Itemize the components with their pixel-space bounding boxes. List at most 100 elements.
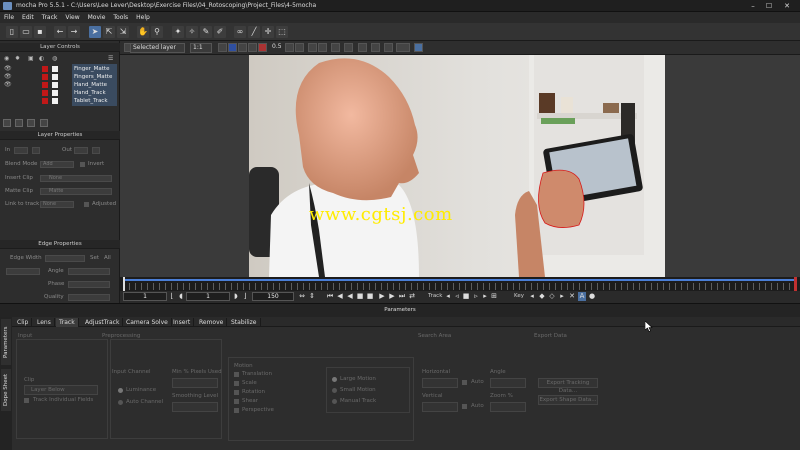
min-pixels-used-field[interactable] — [172, 378, 218, 388]
xspline-tool-icon[interactable]: ✦ — [172, 26, 184, 38]
menu-movie[interactable]: Movie — [88, 14, 106, 21]
tab-insert[interactable]: Insert — [170, 318, 195, 327]
track-frame-backward-icon[interactable]: ◃ — [453, 292, 461, 301]
rect-select-tool-icon[interactable]: ⬚ — [276, 26, 288, 38]
menu-tools[interactable]: Tools — [113, 14, 128, 21]
matte-color-swatch[interactable] — [52, 74, 58, 80]
tab-adjusttrack[interactable]: AdjustTrack — [82, 318, 124, 327]
save-project-icon[interactable]: ▪ — [34, 26, 46, 38]
layer-color-swatch[interactable] — [42, 66, 48, 72]
layer-color-swatch[interactable] — [42, 90, 48, 96]
overlay-icon[interactable] — [218, 43, 227, 52]
timeline-range-bar[interactable] — [123, 279, 797, 281]
insert-icon[interactable] — [384, 43, 393, 52]
quality-field[interactable] — [68, 294, 110, 301]
track-stop-icon[interactable]: ■ — [462, 292, 470, 301]
maximize-button[interactable]: ☐ — [762, 1, 776, 11]
layer-row[interactable]: 👁 Fingers_Matte — [0, 73, 117, 81]
show-tracks-icon[interactable] — [258, 43, 267, 52]
out-frame-field[interactable]: 150 — [252, 292, 294, 301]
adjusted-checkbox[interactable] — [84, 202, 89, 207]
eye-icon[interactable]: 👁 — [4, 73, 12, 81]
large-motion-radio[interactable] — [332, 377, 337, 382]
menu-file[interactable]: File — [4, 14, 14, 21]
in-marker-icon[interactable]: ◖ — [177, 292, 185, 301]
layer-row[interactable]: 👁 Hand_Matte — [0, 81, 117, 89]
edit-tool-icon[interactable]: ╱ — [248, 26, 260, 38]
tab-clip[interactable]: Clip — [14, 318, 33, 327]
zoom-tool-icon[interactable]: ⚲ — [151, 26, 163, 38]
timeline-ruler[interactable] — [120, 277, 800, 291]
proxy-icon[interactable] — [414, 43, 423, 52]
grid-icon[interactable] — [308, 43, 317, 52]
panel-menu-icon[interactable]: ☰ — [108, 55, 113, 62]
select-points-tool-icon[interactable]: ⇱ — [103, 26, 115, 38]
invert-checkbox[interactable] — [80, 162, 85, 167]
delete-all-keys-icon[interactable]: ✕ — [568, 292, 576, 301]
video-frame[interactable]: www.cgtsj.com — [249, 55, 665, 277]
vertical-field[interactable] — [422, 402, 458, 412]
playhead[interactable] — [123, 277, 125, 291]
zoom-dropdown[interactable]: 1:1 — [190, 43, 212, 53]
prev-key-icon[interactable]: ◂ — [528, 292, 536, 301]
crosshair-tool-icon[interactable]: ✛ — [262, 26, 274, 38]
play-icon[interactable]: ▶ — [378, 292, 386, 301]
menu-help[interactable]: Help — [136, 14, 150, 21]
side-tab-dope-sheet[interactable]: Dope Sheet — [1, 369, 11, 411]
set-out-icon[interactable] — [92, 147, 100, 154]
matte-color-swatch[interactable] — [52, 90, 58, 96]
step-back-icon[interactable]: ◀ — [336, 292, 344, 301]
key-options-icon[interactable]: ● — [588, 292, 596, 301]
zoom-pct-field[interactable] — [490, 402, 526, 412]
eye-icon[interactable]: 👁 — [4, 81, 12, 89]
track-frame-forward-icon[interactable]: ▹ — [472, 292, 480, 301]
out-point-marker[interactable] — [794, 277, 797, 291]
all-label[interactable]: All — [104, 255, 111, 261]
menu-view[interactable]: View — [65, 14, 79, 21]
new-project-icon[interactable]: ▯ — [6, 26, 18, 38]
track-individual-fields-checkbox[interactable] — [24, 398, 29, 403]
vertical-auto-checkbox[interactable] — [462, 404, 467, 409]
viewer[interactable]: www.cgtsj.com — [120, 55, 800, 277]
export-shape-data-button[interactable]: Export Shape Data... — [538, 395, 598, 405]
layer-row[interactable]: 👁 Finger_Matte — [0, 65, 117, 73]
angle-param-field[interactable] — [490, 378, 526, 388]
corner-pin-icon[interactable] — [371, 43, 380, 52]
layer-color-swatch[interactable] — [42, 74, 48, 80]
angle-field[interactable] — [68, 268, 110, 275]
manual-track-radio[interactable] — [332, 399, 337, 404]
merge-layer-icon[interactable] — [40, 119, 48, 127]
set-out-point-icon[interactable]: ⌋ — [241, 292, 249, 301]
add-key-icon[interactable]: ◆ — [538, 292, 546, 301]
blend-mode-select[interactable]: Add — [40, 161, 74, 168]
layer-color-swatch[interactable] — [42, 82, 48, 88]
add-layer-icon[interactable] — [3, 119, 11, 127]
rotation-checkbox[interactable] — [234, 390, 239, 395]
layer-select-dropdown[interactable]: Selected layer — [130, 43, 185, 53]
add-bezier-tool-icon[interactable]: ✐ — [214, 26, 226, 38]
redo-icon[interactable]: → — [68, 26, 80, 38]
scale-checkbox[interactable] — [234, 381, 239, 386]
duplicate-layer-icon[interactable] — [15, 119, 23, 127]
undo-icon[interactable]: ← — [54, 26, 66, 38]
phase-field[interactable] — [68, 281, 110, 288]
out-marker-icon[interactable]: ◗ — [232, 292, 240, 301]
show-splines-icon[interactable] — [248, 43, 257, 52]
tab-lens[interactable]: Lens — [34, 318, 55, 327]
menu-track[interactable]: Track — [42, 14, 58, 21]
planar-grid-icon[interactable] — [358, 43, 367, 52]
link-to-track-select[interactable]: None — [40, 201, 74, 208]
link-tool-icon[interactable]: ∞ — [234, 26, 246, 38]
bezier-tool-icon[interactable]: ✎ — [200, 26, 212, 38]
go-to-end-icon[interactable]: ⏭ — [398, 292, 406, 301]
track-backward-icon[interactable]: ◂ — [444, 292, 452, 301]
insert-clip-select[interactable]: None — [40, 175, 112, 182]
close-button[interactable]: ✕ — [780, 1, 794, 11]
onion-skin-icon[interactable] — [295, 43, 304, 52]
horizontal-field[interactable] — [422, 378, 458, 388]
pan-tool-icon[interactable]: ✋ — [137, 26, 149, 38]
luminance-radio[interactable] — [118, 388, 123, 393]
stabilize-view-icon[interactable] — [285, 43, 294, 52]
play-backward-icon[interactable]: ◀ — [346, 292, 354, 301]
smoothing-level-field[interactable] — [172, 402, 218, 412]
